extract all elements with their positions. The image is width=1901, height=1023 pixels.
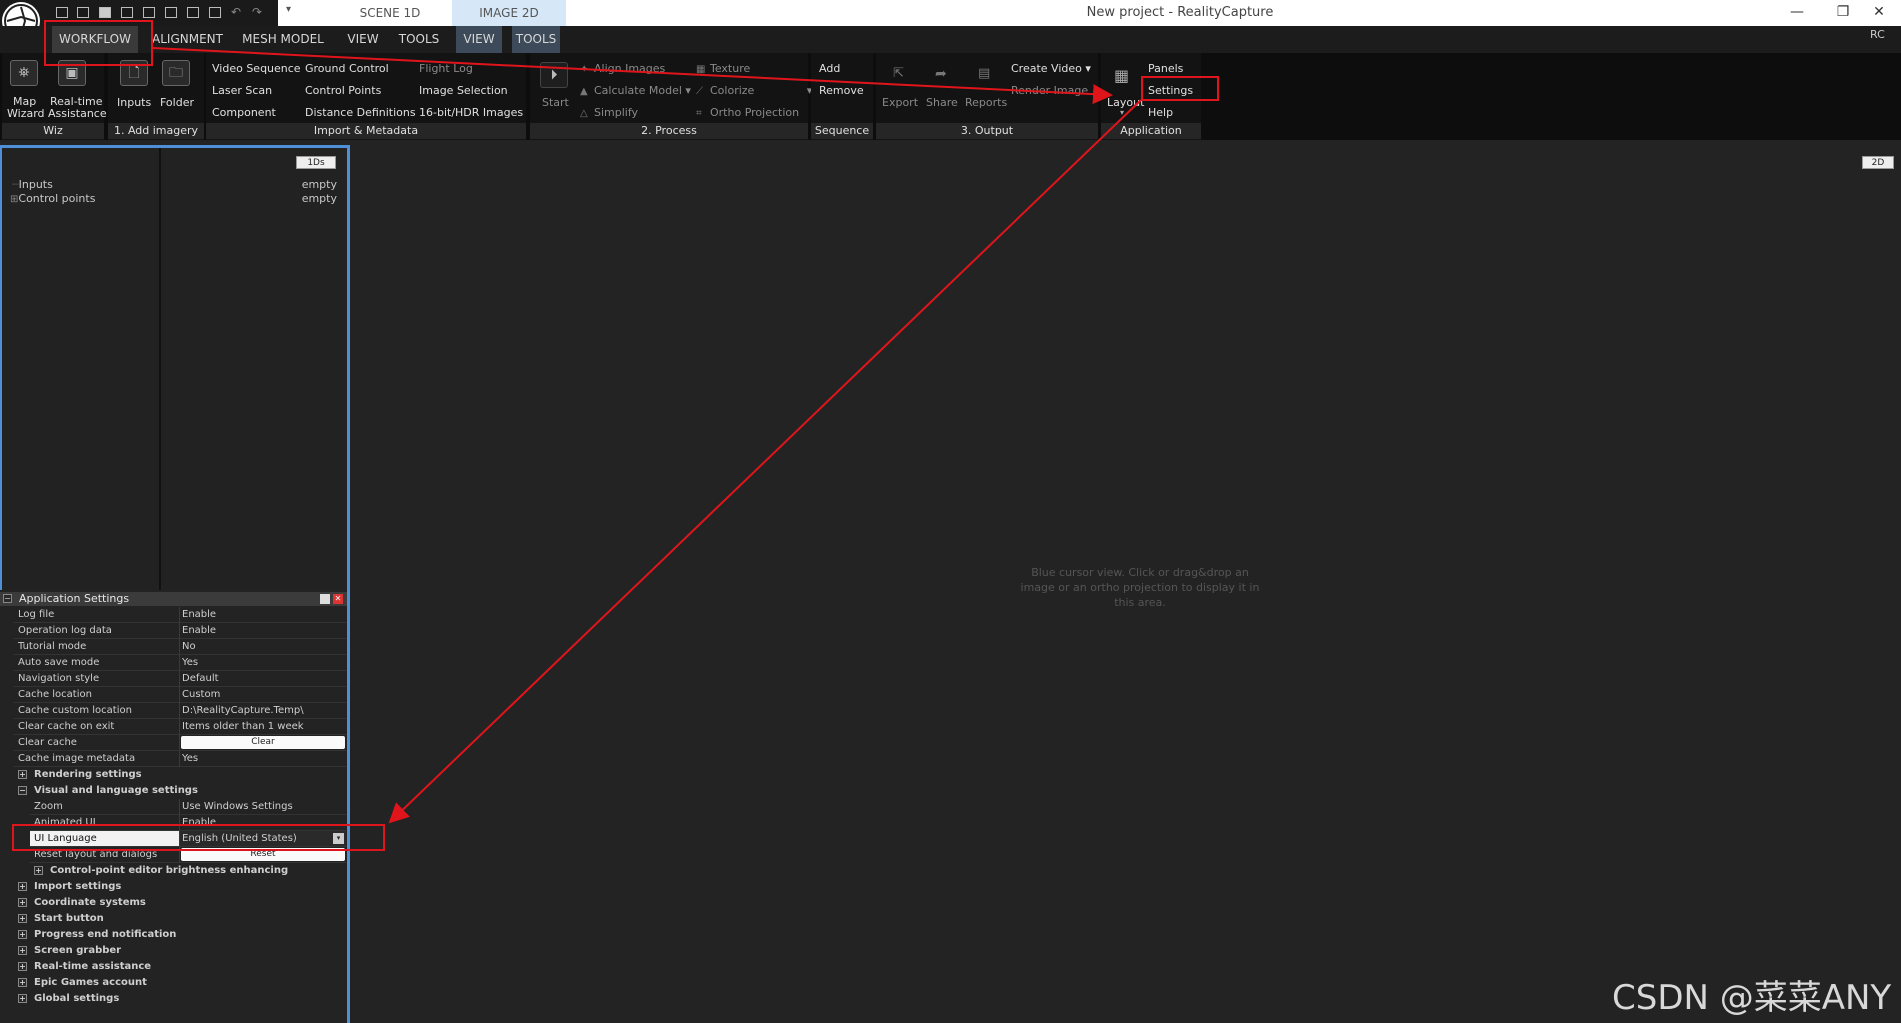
annotation-arrows bbox=[152, 47, 1142, 824]
annotation-arrow-to-ui-language bbox=[388, 99, 1142, 824]
annotation-arrow-to-settings bbox=[152, 47, 1113, 105]
